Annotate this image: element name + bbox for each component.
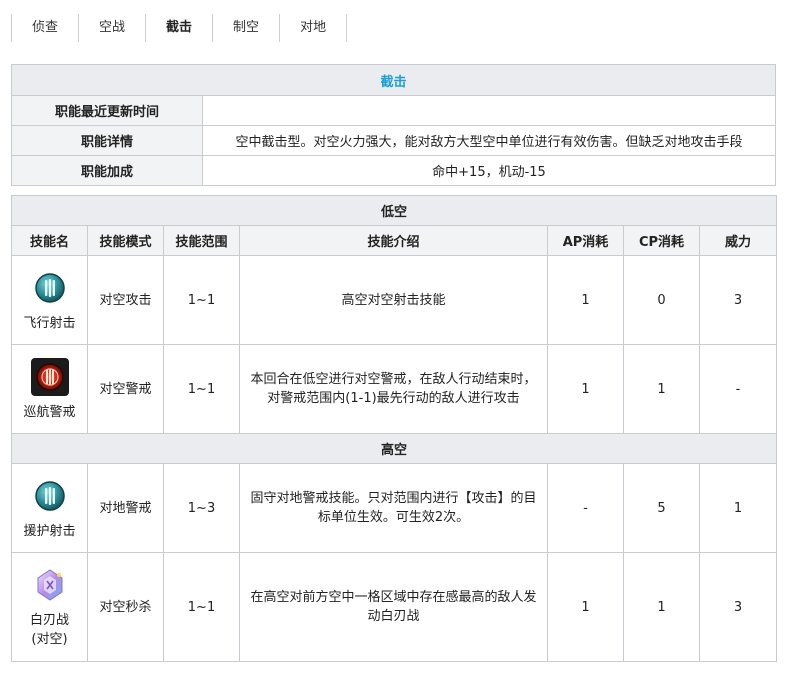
header-skill-range: 技能范围 [163, 225, 240, 256]
role-bonus-value: 命中+15，机动-15 [202, 155, 776, 186]
header-skill-name: 技能名 [11, 225, 88, 256]
update-time-label: 职能最近更新时间 [11, 95, 203, 126]
skill-cp: 1 [623, 552, 700, 662]
skill-ap: - [547, 463, 624, 553]
skill-desc: 本回合在低空进行对空警戒，在敌人行动结束时，对警戒范围内(1-1)最先行动的敌人… [239, 344, 548, 434]
skill-cp: 0 [623, 255, 700, 345]
skill-name[interactable]: 援护射击 [12, 522, 87, 541]
skill-power: - [699, 344, 777, 434]
skill-power: 1 [699, 463, 777, 553]
role-info-table: 截击 职能最近更新时间 职能详情 空中截击型。对空火力强大，能对敌方大型空中单位… [11, 64, 776, 186]
tab-recon[interactable]: 侦查 [11, 14, 78, 42]
skill-name-cell: 援护射击 [11, 463, 88, 553]
skill-name-cell: 飞行射击 [11, 255, 88, 345]
skill-desc: 高空对空射击技能 [239, 255, 548, 345]
role-bonus-label: 职能加成 [11, 155, 203, 186]
skill-name-line2[interactable]: (对空) [12, 630, 87, 649]
skill-power: 3 [699, 552, 777, 662]
table-row: 白刃战 (对空) 对空秒杀 1~1 在高空对前方空中一格区域中存在感最高的敌人发… [11, 552, 777, 662]
header-cp-cost: CP消耗 [623, 225, 700, 256]
purple-crystal-icon[interactable] [30, 565, 70, 605]
skill-name-line1[interactable]: 白刃战 [12, 611, 87, 630]
skill-range: 1~1 [163, 552, 240, 662]
header-ap-cost: AP消耗 [547, 225, 624, 256]
skill-mode: 对空秒杀 [87, 552, 164, 662]
skill-power: 3 [699, 255, 777, 345]
skill-range: 1~1 [163, 255, 240, 345]
tab-intercept[interactable]: 截击 [145, 14, 212, 42]
header-skill-mode: 技能模式 [87, 225, 164, 256]
skill-mode: 对空警戒 [87, 344, 164, 434]
table-row: 飞行射击 对空攻击 1~1 高空对空射击技能 1 0 3 [11, 255, 777, 345]
skill-name[interactable]: 巡航警戒 [12, 403, 87, 422]
skill-cp: 5 [623, 463, 700, 553]
role-tabbar: 侦查 空战 截击 制空 对地 [11, 14, 348, 42]
teal-badge-icon[interactable] [30, 476, 70, 516]
skill-desc: 在高空对前方空中一格区域中存在感最高的敌人发动白刃战 [239, 552, 548, 662]
skill-name-cell: 巡航警戒 [11, 344, 88, 434]
skill-ap: 1 [547, 255, 624, 345]
skill-mode: 对地警戒 [87, 463, 164, 553]
skill-mode: 对空攻击 [87, 255, 164, 345]
header-power: 威力 [699, 225, 777, 256]
red-alert-icon[interactable] [30, 357, 70, 397]
role-detail-value: 空中截击型。对空火力强大，能对敌方大型空中单位进行有效伤害。但缺乏对地攻击手段 [202, 125, 776, 156]
skill-desc: 固守对地警戒技能。只对范围内进行【攻击】的目标单位生效。可生效2次。 [239, 463, 548, 553]
skill-ap: 1 [547, 552, 624, 662]
role-title: 截击 [11, 64, 776, 96]
teal-badge-icon[interactable] [30, 268, 70, 308]
skill-range: 1~1 [163, 344, 240, 434]
tab-air-superiority[interactable]: 制空 [212, 14, 279, 42]
section-low-altitude: 低空 [11, 195, 777, 226]
skill-table: 低空 技能名 技能模式 技能范围 技能介绍 AP消耗 CP消耗 威力 飞行射击 … [11, 195, 777, 662]
role-detail-label: 职能详情 [11, 125, 203, 156]
skill-ap: 1 [547, 344, 624, 434]
skill-name-cell: 白刃战 (对空) [11, 552, 88, 662]
table-row: 援护射击 对地警戒 1~3 固守对地警戒技能。只对范围内进行【攻击】的目标单位生… [11, 463, 777, 553]
tab-ground-attack[interactable]: 对地 [279, 14, 348, 42]
skill-cp: 1 [623, 344, 700, 434]
tab-air-combat[interactable]: 空战 [78, 14, 145, 42]
update-time-value [202, 95, 776, 126]
header-skill-desc: 技能介绍 [239, 225, 548, 256]
section-high-altitude: 高空 [11, 433, 777, 464]
skill-name[interactable]: 飞行射击 [12, 314, 87, 333]
table-row: 巡航警戒 对空警戒 1~1 本回合在低空进行对空警戒，在敌人行动结束时，对警戒范… [11, 344, 777, 434]
skill-range: 1~3 [163, 463, 240, 553]
